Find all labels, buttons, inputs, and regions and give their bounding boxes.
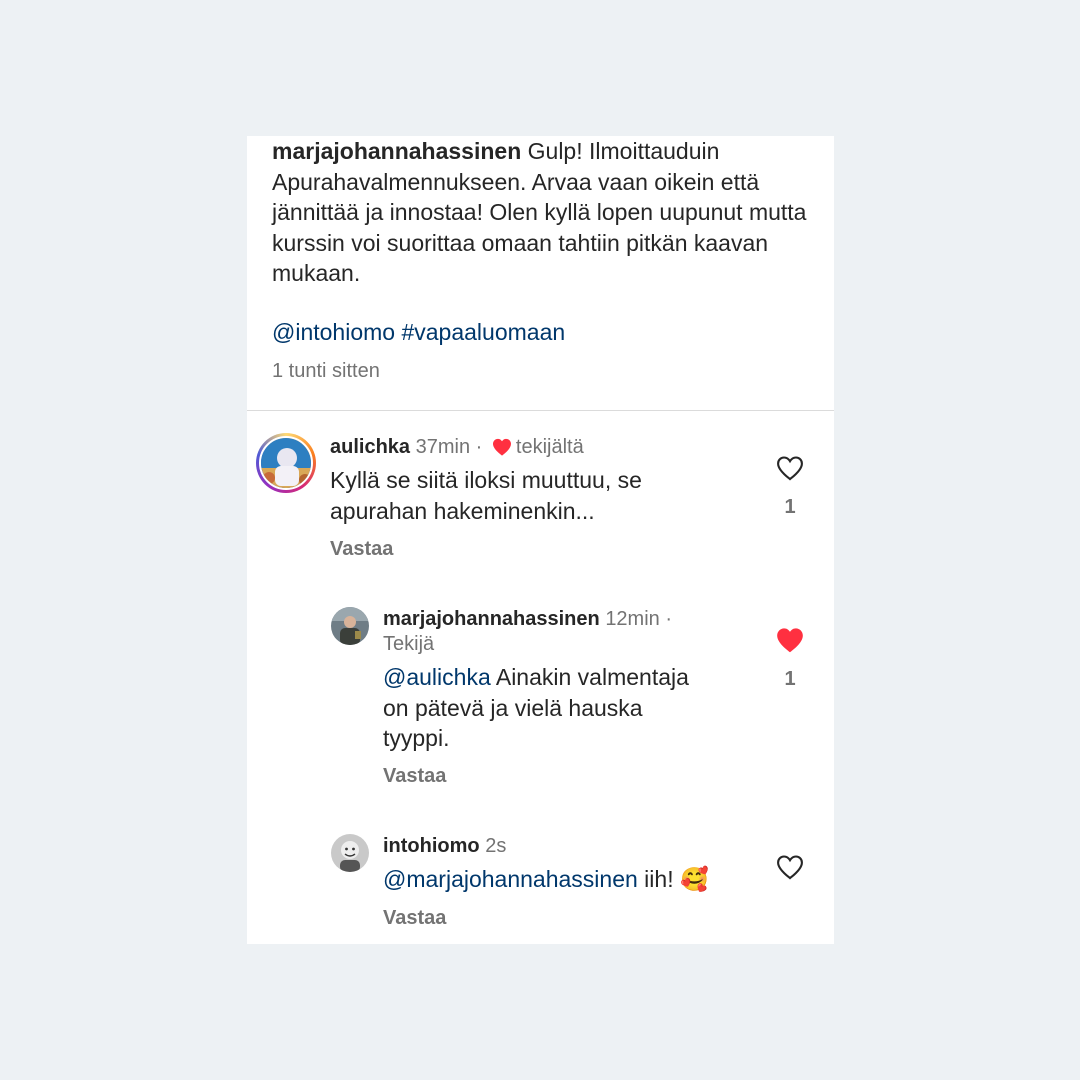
post-tags: @intohiomo #vapaaluomaan bbox=[272, 319, 565, 346]
heart-filled-icon bbox=[492, 438, 511, 456]
reply-button[interactable]: Vastaa bbox=[330, 538, 393, 561]
avatar-intohiomo[interactable] bbox=[331, 834, 369, 872]
avatar-marjajohannahassinen[interactable] bbox=[331, 607, 369, 645]
comment-text-fragment: Ainakin valmentaja bbox=[490, 664, 689, 690]
comment-username[interactable]: aulichka bbox=[330, 436, 410, 458]
comment-text: @marjajohannahassinen iih! 🥰 bbox=[383, 864, 709, 895]
comment-text-line: apurahan hakeminenkin... bbox=[330, 497, 595, 524]
reply-button[interactable]: Vastaa bbox=[383, 765, 446, 788]
comment-time: 12min bbox=[605, 608, 660, 630]
post-card: marjajohannahassinen Gulp! Ilmoittauduin… bbox=[247, 136, 834, 944]
comment-text-line: on pätevä ja vielä hauska bbox=[383, 694, 643, 721]
comment-username[interactable]: intohiomo bbox=[383, 835, 480, 857]
post-author-link[interactable]: marjajohannahassinen bbox=[272, 138, 521, 164]
comment-time: 37min bbox=[415, 436, 471, 458]
comment-meta: aulichka 37min · tekijältä bbox=[330, 436, 584, 459]
author-liked-label: tekijältä bbox=[515, 436, 584, 458]
author-badge: Tekijä bbox=[383, 633, 435, 655]
separator-dot: · bbox=[665, 608, 673, 630]
comment-text-line: Kyllä se siitä iloksi muuttuu, se bbox=[330, 467, 642, 493]
mention-link-aulichka[interactable]: @aulichka bbox=[383, 664, 491, 690]
comment-time: 2s bbox=[485, 835, 507, 857]
avatar-aulichka[interactable] bbox=[256, 433, 316, 493]
like-count: 1 bbox=[784, 668, 796, 690]
comment-text-fragment: iih! bbox=[637, 866, 680, 892]
comment-meta: marjajohannahassinen 12min · bbox=[383, 608, 672, 631]
like-count: 1 bbox=[784, 496, 796, 518]
smiling-face-with-hearts-emoji: 🥰 bbox=[679, 866, 709, 892]
reply-button[interactable]: Vastaa bbox=[383, 907, 446, 930]
heart-outline-icon[interactable] bbox=[776, 455, 804, 481]
comment-text-line: tyyppi. bbox=[383, 725, 450, 751]
comment-meta: intohiomo 2s bbox=[383, 835, 506, 858]
heart-filled-icon[interactable] bbox=[776, 627, 804, 653]
post-caption: marjajohannahassinen Gulp! Ilmoittauduin… bbox=[272, 136, 817, 289]
hashtag-link-vapaaluomaan[interactable]: #vapaaluomaan bbox=[401, 319, 565, 345]
separator-dot: · bbox=[475, 436, 483, 458]
comment-text-line: @aulichka Ainakin valmentaja bbox=[383, 662, 689, 693]
mention-link-intohiomo[interactable]: @intohiomo bbox=[272, 319, 395, 345]
post-timestamp: 1 tunti sitten bbox=[272, 360, 380, 382]
avatar-image bbox=[259, 436, 313, 490]
heart-outline-icon[interactable] bbox=[776, 854, 804, 880]
divider bbox=[247, 410, 834, 411]
mention-link-marjajohannahassinen[interactable]: @marjajohannahassinen bbox=[383, 866, 638, 892]
comment-text: @aulichka Ainakin valmentaja on pätevä j… bbox=[383, 662, 689, 754]
comment-username[interactable]: marjajohannahassinen bbox=[383, 608, 600, 630]
comment-text: Kyllä se siitä iloksi muuttuu, se apurah… bbox=[330, 465, 642, 526]
